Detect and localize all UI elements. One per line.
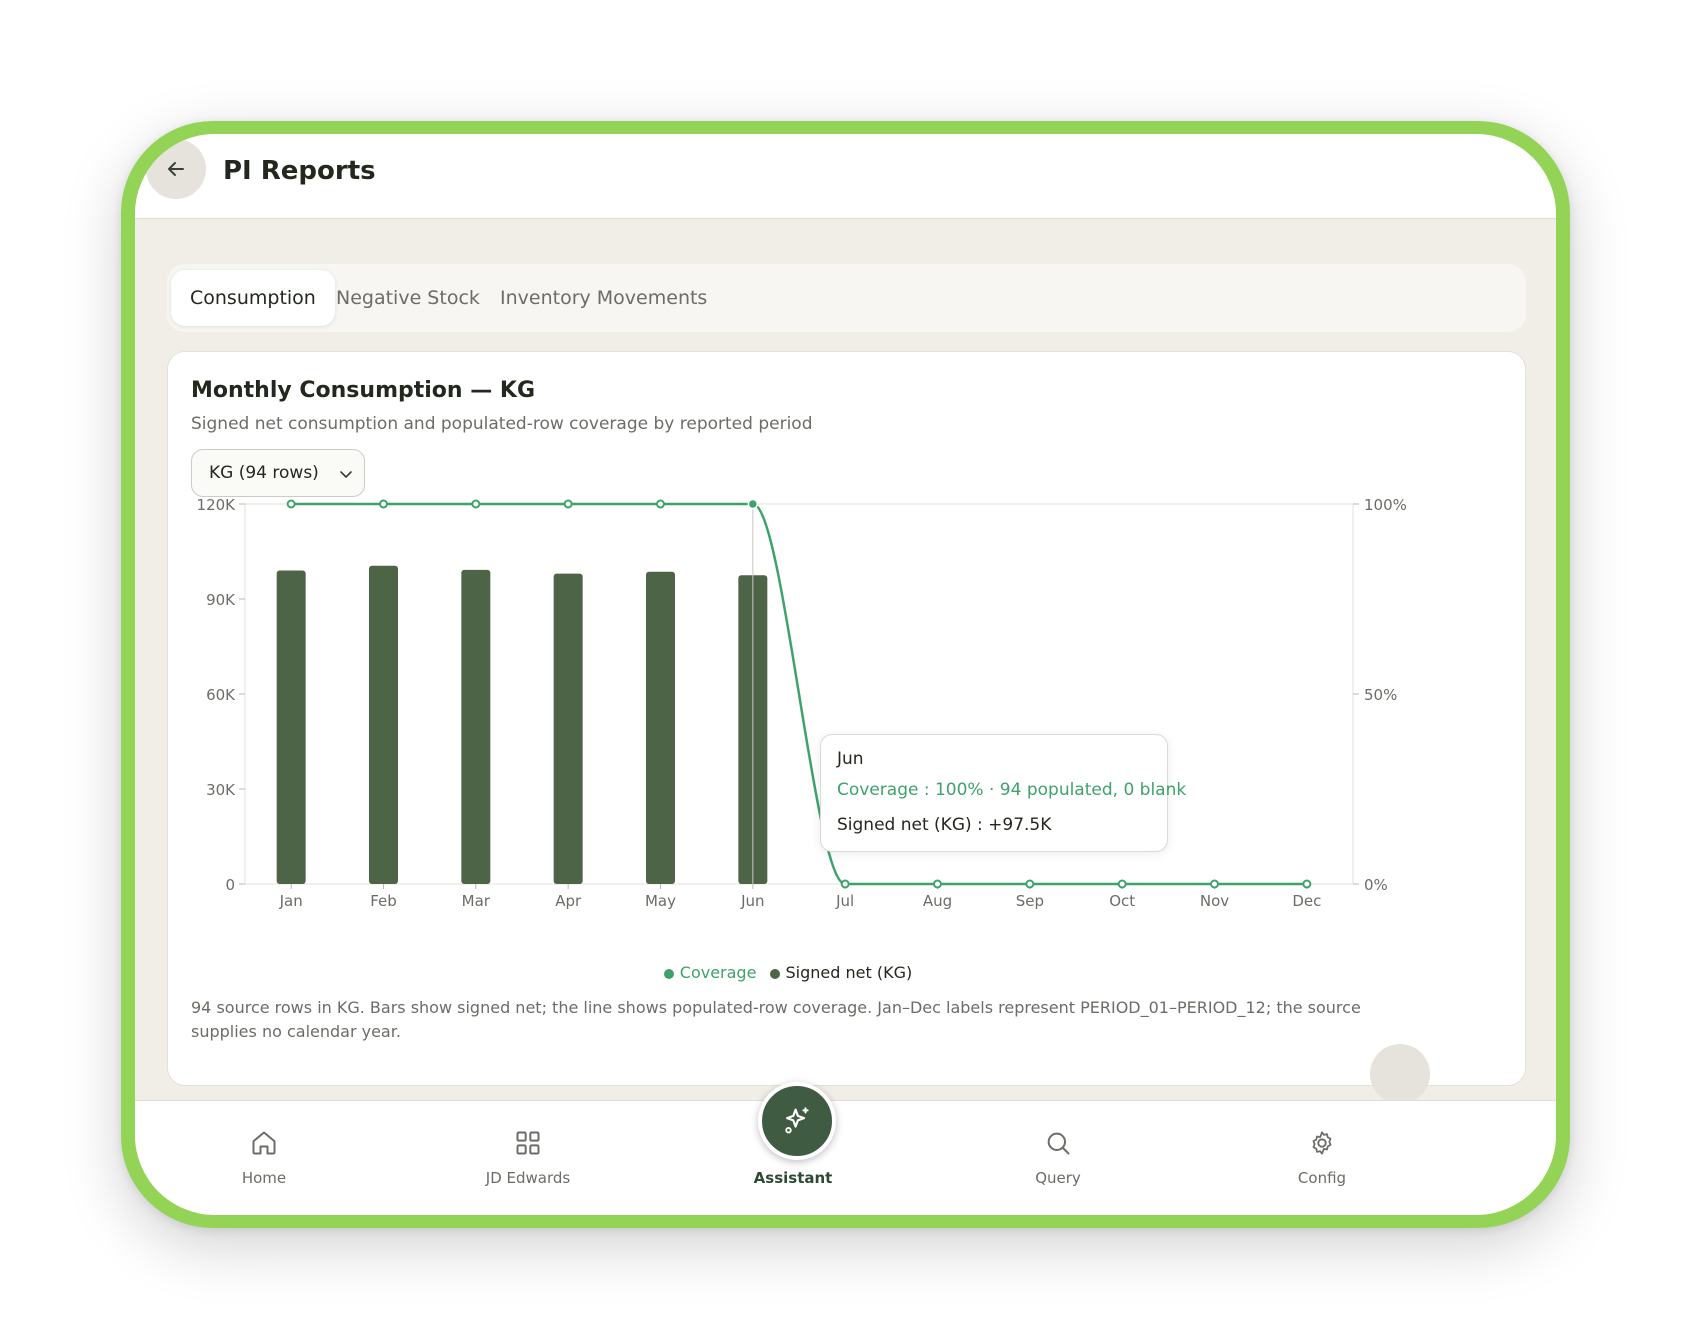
gear-icon	[1312, 1131, 1332, 1155]
tab-negative-stock[interactable]: Negative Stock	[317, 270, 499, 326]
coverage-point-apr	[563, 499, 573, 509]
nav-jd-edwards[interactable]: JD Edwards	[428, 1101, 628, 1201]
consumption-card: Monthly Consumption — KG Signed net cons…	[167, 351, 1526, 1086]
assistant-button[interactable]	[758, 1082, 836, 1160]
y-right-tick-label: 100%	[1364, 496, 1407, 514]
coverage-point-dec	[1302, 879, 1312, 889]
y-left-tick-label: 120K	[197, 496, 237, 514]
x-tick-label: Oct	[1109, 892, 1135, 910]
search-icon	[1047, 1132, 1070, 1155]
scroll-top-button[interactable]	[1370, 1044, 1430, 1104]
coverage-point-mar	[471, 499, 481, 509]
tooltip-coverage: Coverage : 100% · 94 populated, 0 blank	[837, 780, 1187, 800]
page-title: PI Reports	[223, 156, 376, 186]
chart-footnote: 94 source rows in KG. Bars show signed n…	[191, 998, 1361, 1041]
y-left-tick-label: 90K	[206, 591, 236, 609]
legend-item-coverage[interactable]: Coverage	[663, 963, 757, 982]
nav-assistant-label: Assistant	[753, 1169, 833, 1187]
nav-query-label: Query	[1035, 1169, 1081, 1187]
x-tick-label: Feb	[370, 892, 397, 910]
x-tick-label: Mar	[462, 892, 491, 910]
tab-consumption[interactable]: Consumption	[171, 270, 335, 326]
coverage-point-jul	[840, 879, 850, 889]
bar-feb	[369, 565, 398, 884]
coverage-point-nov	[1210, 879, 1219, 889]
tab-inventory-movements[interactable]: Inventory Movements	[481, 270, 726, 326]
x-tick-label: Jun	[740, 892, 764, 910]
coverage-active-point	[747, 498, 759, 510]
x-tick-label: Sep	[1016, 892, 1044, 910]
y-right-tick-label: 50%	[1364, 686, 1397, 704]
tooltip-signed-net: Signed net (KG) : +97.5K	[837, 815, 1052, 835]
nav-home-label: Home	[241, 1169, 287, 1187]
bar-may	[646, 571, 675, 884]
legend-label-coverage: Coverage	[679, 963, 757, 982]
coverage-point-jan	[286, 499, 296, 509]
x-tick-label: Dec	[1292, 892, 1321, 910]
grid-icon	[516, 1131, 540, 1155]
back-button[interactable]	[146, 139, 206, 199]
coverage-point-sep	[1025, 879, 1035, 889]
coverage-point-aug	[933, 879, 942, 889]
coverage-point-oct	[1117, 879, 1127, 889]
x-tick-label: Aug	[923, 892, 952, 910]
top-bar: PI Reports	[135, 134, 1556, 219]
nav-assistant[interactable]: Assistant	[693, 1082, 893, 1201]
x-tick-label: Apr	[555, 892, 582, 910]
arrow-left-icon	[168, 162, 184, 176]
home-icon	[252, 1131, 276, 1155]
nav-config-label: Config	[1297, 1169, 1347, 1187]
nav-jd-edwards-label: JD Edwards	[485, 1169, 571, 1187]
app-screen: PI Reports Consumption Negative Stock In…	[135, 134, 1556, 1215]
legend-item-signed-net[interactable]: Signed net (KG)	[769, 963, 913, 982]
x-tick-label: Nov	[1200, 892, 1229, 910]
x-tick-label: Jan	[279, 892, 303, 910]
nav-query[interactable]: Query	[958, 1101, 1158, 1201]
sparkle-icon	[785, 1107, 809, 1134]
tablet-frame: PI Reports Consumption Negative Stock In…	[121, 121, 1570, 1228]
coverage-point-may	[656, 499, 665, 509]
bottom-nav: Home JD Edwards Assistant Query Config	[135, 1082, 1556, 1215]
bar-jan	[276, 570, 306, 884]
report-tabs: Consumption Negative Stock Inventory Mov…	[167, 264, 1526, 332]
bar-apr	[553, 573, 583, 884]
y-left-tick-label: 0	[225, 876, 235, 894]
y-left-tick-label: 30K	[206, 781, 236, 799]
bar-mar	[461, 569, 491, 884]
x-tick-label: May	[645, 892, 676, 910]
legend-dot-coverage	[663, 968, 674, 979]
chart-legend: Coverage Signed net (KG)	[168, 963, 1408, 982]
legend-label-signed-net: Signed net (KG)	[785, 963, 913, 982]
legend-dot-signed-net	[769, 968, 780, 979]
chart-tooltip: Jun Coverage : 100% · 94 populated, 0 bl…	[820, 734, 1186, 852]
nav-config[interactable]: Config	[1222, 1101, 1422, 1201]
tooltip-title: Jun	[837, 749, 864, 769]
consumption-chart: 0 30K 60K 90K 120K 0% 50% 100% Jan Feb Mar Apr May Ju…	[197, 496, 1407, 910]
x-tick-label: Jul	[835, 892, 854, 910]
y-left-tick-label: 60K	[206, 686, 236, 704]
coverage-point-feb	[379, 499, 388, 509]
nav-home[interactable]: Home	[164, 1101, 364, 1201]
y-right-tick-label: 0%	[1364, 876, 1388, 894]
